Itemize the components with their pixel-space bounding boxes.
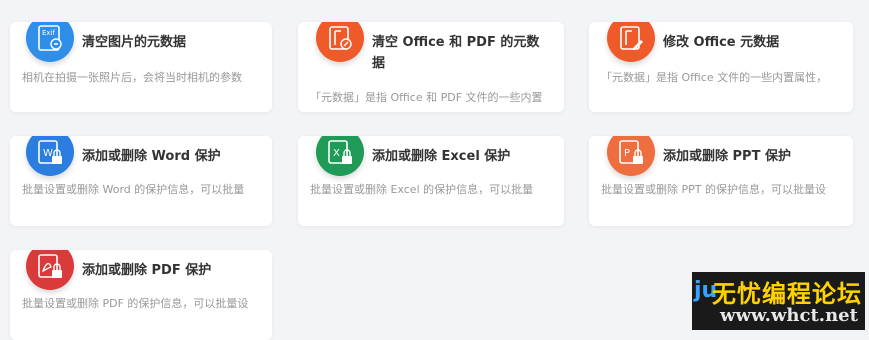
svg-text:X: X (333, 148, 340, 159)
card-description: 批量设置或删除 PPT 的保护信息，可以批量设 (601, 183, 826, 196)
watermark: ju 无忧编程论坛 www.whct.net (692, 272, 865, 330)
card-title: 添加或删除 Excel 保护 (372, 149, 511, 164)
card-title: 添加或删除 PDF 保护 (82, 263, 212, 278)
card-clear-office-pdf-metadata[interactable]: 清空 Office 和 PDF 的元数据 「元数据」是指 Office 和 PD… (298, 22, 564, 112)
card-description: 批量设置或删除 Word 的保护信息，可以批量 (22, 183, 245, 196)
card-excel-protection[interactable]: X 添加或删除 Excel 保护 批量设置或删除 Excel 的保护信息，可以批… (298, 136, 564, 226)
card-description: 批量设置或删除 PDF 的保护信息，可以批量设 (22, 297, 249, 310)
card-description: 「元数据」是指 Office 和 PDF 文件的一些内置 (310, 91, 543, 104)
excel-lock-icon: X (316, 136, 364, 176)
card-description: 「元数据」是指 Office 文件的一些内置属性， (601, 71, 828, 84)
ppt-lock-icon: P (607, 136, 655, 176)
card-title: 添加或删除 Word 保护 (82, 149, 221, 164)
svg-text:W: W (43, 148, 53, 159)
watermark-url: www.whct.net (720, 305, 858, 326)
card-clear-image-metadata[interactable]: Exif 清空图片的元数据 相机在拍摄一张照片后，会将当时相机的参数 (10, 22, 272, 112)
card-description: 相机在拍摄一张照片后，会将当时相机的参数 (22, 71, 242, 84)
word-lock-icon: W (26, 136, 74, 176)
exif-image-icon: Exif (26, 22, 74, 62)
card-title: 清空图片的元数据 (82, 35, 187, 50)
office-pdf-clean-icon (316, 22, 364, 62)
svg-text:Exif: Exif (42, 29, 56, 37)
watermark-text: 无忧编程论坛 (712, 280, 862, 308)
watermark-logo: ju (694, 278, 718, 303)
card-ppt-protection[interactable]: P 添加或删除 PPT 保护 批量设置或删除 PPT 的保护信息，可以批量设 (589, 136, 853, 226)
card-pdf-protection[interactable]: 添加或删除 PDF 保护 批量设置或删除 PDF 的保护信息，可以批量设 (10, 250, 272, 340)
card-title: 清空 Office 和 PDF 的元数据 (372, 35, 540, 71)
card-title: 添加或删除 PPT 保护 (663, 149, 791, 164)
office-edit-icon (607, 22, 655, 62)
card-description: 批量设置或删除 Excel 的保护信息，可以批量 (310, 183, 534, 196)
pdf-lock-icon (26, 250, 74, 290)
card-edit-office-metadata[interactable]: 修改 Office 元数据 「元数据」是指 Office 文件的一些内置属性， (589, 22, 853, 112)
card-title: 修改 Office 元数据 (663, 35, 780, 50)
svg-text:P: P (624, 148, 630, 159)
card-word-protection[interactable]: W 添加或删除 Word 保护 批量设置或删除 Word 的保护信息，可以批量 (10, 136, 272, 226)
